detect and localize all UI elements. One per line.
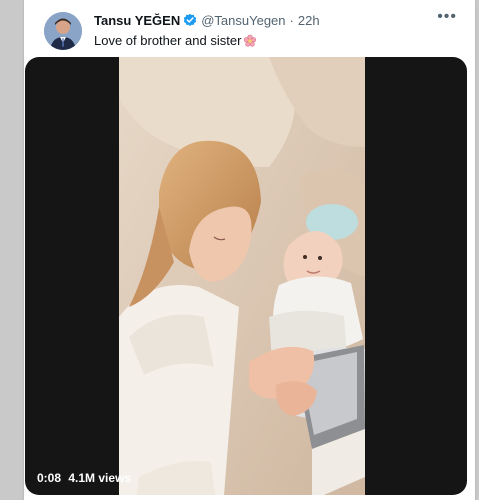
display-name[interactable]: Tansu YEĞEN: [94, 13, 180, 28]
profile-avatar[interactable]: [44, 12, 82, 50]
video-player[interactable]: 0:08 4.1M views: [25, 57, 467, 495]
verified-badge-icon: [183, 13, 197, 27]
tweet-header: Tansu YEĞEN @TansuYegen · 22h: [94, 11, 320, 29]
video-views: 4.1M views: [68, 471, 132, 485]
tweet-text: Love of brother and sister: [94, 33, 257, 48]
tweet-card[interactable]: Tansu YEĞEN @TansuYegen · 22h ••• Love o…: [24, 0, 475, 500]
user-handle[interactable]: @TansuYegen: [201, 13, 285, 28]
video-info: 0:08 4.1M views: [37, 471, 135, 485]
more-options-icon[interactable]: •••: [437, 8, 457, 26]
video-duration: 0:08: [37, 471, 62, 485]
timestamp[interactable]: 22h: [298, 13, 320, 28]
video-frame[interactable]: [119, 57, 365, 495]
tweet-text-content: Love of brother and sister: [94, 33, 242, 48]
flower-emoji-icon: [243, 34, 257, 48]
separator-dot: ·: [289, 12, 294, 28]
